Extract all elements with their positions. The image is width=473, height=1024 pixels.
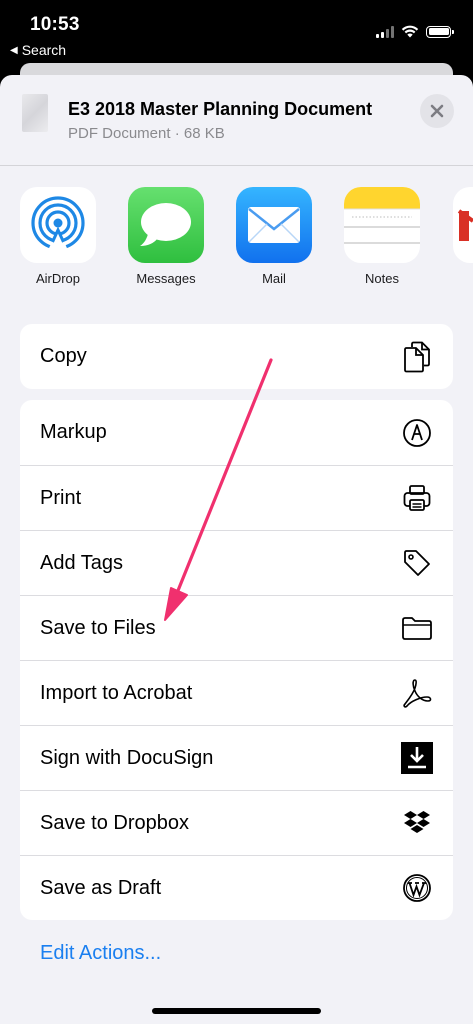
- wifi-icon: [401, 25, 419, 38]
- status-bar: 10:53 ◀ Search: [0, 0, 473, 64]
- app-airdrop[interactable]: AirDrop: [10, 187, 106, 286]
- markup-icon: [401, 417, 433, 449]
- action-save-as-draft[interactable]: Save as Draft: [20, 855, 453, 920]
- action-import-to-acrobat[interactable]: Import to Acrobat: [20, 660, 453, 725]
- status-icons: [376, 25, 454, 38]
- document-subtitle: PDF Document · 68 KB: [68, 125, 225, 142]
- printer-icon: [401, 482, 433, 514]
- copy-icon: [401, 341, 433, 373]
- action-print[interactable]: Print: [20, 465, 453, 530]
- app-label-messages: Messages: [136, 271, 196, 286]
- action-copy-label: Copy: [40, 345, 87, 367]
- notes-icon: [344, 187, 420, 263]
- action-add-tags[interactable]: Add Tags: [20, 530, 453, 595]
- tag-icon: [401, 547, 433, 579]
- acrobat-icon: [401, 677, 433, 709]
- action-sign-with-docusign-label: Sign with DocuSign: [40, 746, 214, 769]
- action-save-to-dropbox[interactable]: Save to Dropbox: [20, 790, 453, 855]
- status-time: 10:53: [30, 14, 80, 35]
- airdrop-icon: [20, 187, 96, 263]
- mail-icon: [236, 187, 312, 263]
- dropbox-icon: [401, 807, 433, 839]
- cellular-signal-icon: [376, 25, 394, 38]
- back-to-search-link[interactable]: ◀ Search: [10, 42, 66, 58]
- close-icon: [430, 104, 444, 118]
- app-label-airdrop: AirDrop: [35, 271, 81, 286]
- back-to-search-label: Search: [21, 42, 67, 58]
- home-indicator: [152, 1008, 321, 1014]
- wordpress-icon: [401, 872, 433, 904]
- app-partial[interactable]: [443, 187, 473, 263]
- folder-icon: [401, 612, 433, 644]
- app-notes[interactable]: Notes: [334, 187, 430, 286]
- actions-group-copy: Copy: [20, 324, 453, 389]
- action-save-to-files[interactable]: Save to Files: [20, 595, 453, 660]
- app-label-mail: Mail: [262, 271, 286, 286]
- action-print-label: Print: [40, 486, 82, 509]
- battery-icon: [426, 25, 454, 38]
- app-label-notes: Notes: [365, 271, 399, 286]
- edit-actions-link[interactable]: Edit Actions...: [40, 942, 161, 965]
- app-messages[interactable]: Messages: [118, 187, 214, 286]
- document-title: E3 2018 Master Planning Document: [68, 99, 373, 119]
- action-save-to-dropbox-label: Save to Dropbox: [40, 811, 189, 834]
- document-thumbnail: [22, 94, 48, 132]
- messages-icon: [128, 187, 204, 263]
- share-sheet: E3 2018 Master Planning Document PDF Doc…: [0, 75, 473, 1024]
- actions-group-main: Markup Print Add Tags Save to Files Impo…: [20, 400, 453, 920]
- back-triangle-icon: ◀: [10, 44, 18, 56]
- action-add-tags-label: Add Tags: [40, 551, 124, 574]
- share-sheet-header: E3 2018 Master Planning Document PDF Doc…: [0, 75, 473, 166]
- action-save-as-draft-label: Save as Draft: [40, 876, 162, 899]
- close-button[interactable]: [420, 94, 454, 128]
- share-apps-row: AirDrop Messages Mail Notes: [0, 187, 473, 297]
- action-sign-with-docusign[interactable]: Sign with DocuSign: [20, 725, 453, 790]
- docusign-icon: [401, 742, 433, 774]
- app-mail[interactable]: Mail: [226, 187, 322, 286]
- action-markup[interactable]: Markup: [20, 400, 453, 465]
- action-save-to-files-label: Save to Files: [40, 616, 156, 639]
- gmail-icon: [453, 187, 473, 263]
- action-copy[interactable]: Copy: [20, 324, 453, 389]
- action-markup-label: Markup: [40, 421, 107, 443]
- action-import-to-acrobat-label: Import to Acrobat: [40, 681, 193, 704]
